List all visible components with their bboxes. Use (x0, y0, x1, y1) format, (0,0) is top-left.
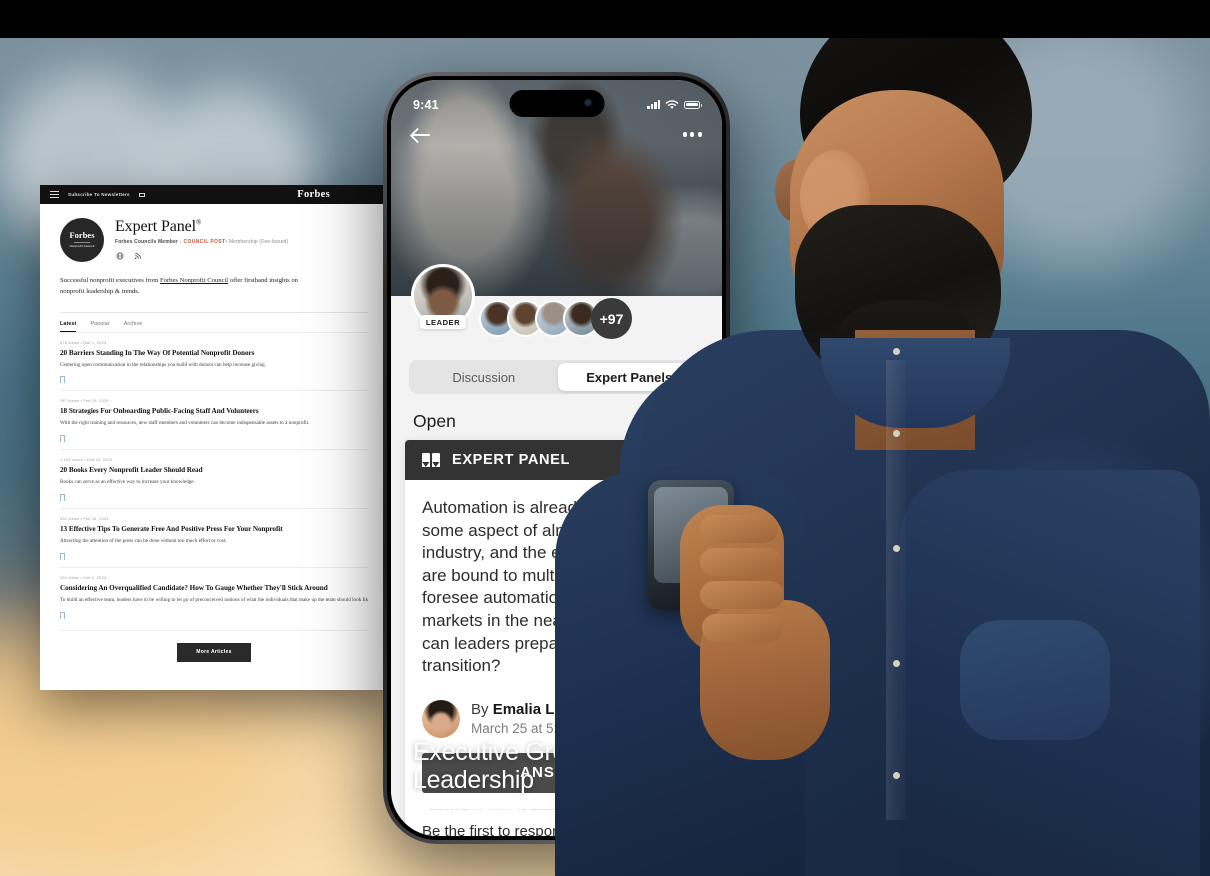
badge-divider (74, 242, 90, 243)
avatar-overflow-count[interactable]: +97 (591, 298, 632, 339)
author-name-row: By Emalia Lin (471, 701, 596, 718)
table-row[interactable]: 287 views • Feb 29, 2024 18 Strategies F… (60, 390, 368, 449)
top-letterbox (0, 0, 1210, 38)
tab-popular[interactable]: Popular (90, 321, 109, 332)
panel-header: Forbes Nonprofit Council Expert Panel® F… (60, 218, 368, 262)
author-name[interactable]: Emalia Lin (493, 701, 568, 718)
profile-links (115, 252, 288, 260)
byline-membership: Membership (Fee-based) (228, 239, 289, 246)
badge-brand: Forbes (69, 230, 95, 241)
panel-author: By Emalia Lin March 25 at 5:15 PM (405, 684, 708, 738)
forbes-wordmark[interactable]: Forbes (297, 189, 378, 200)
member-avatars: LEADER +97 (391, 264, 722, 356)
member-count-label: 102 members (440, 802, 533, 818)
byline-member: Forbes Councils Member (115, 239, 179, 246)
author-text: By Emalia Lin March 25 at 5:15 PM (471, 701, 596, 736)
rss-icon[interactable] (134, 252, 142, 260)
article-description: To build an effective team, leaders have… (60, 596, 368, 603)
more-options-icon[interactable] (682, 132, 702, 137)
nonprofit-council-link[interactable]: Forbes Nonprofit Council (160, 277, 228, 284)
article-title[interactable]: 13 Effective Tips To Generate Free And P… (60, 525, 368, 533)
article-meta: 287 views • Feb 29, 2024 (60, 399, 109, 404)
tab-expert-panels[interactable]: Expert Panels (557, 363, 701, 391)
bookmark-icon[interactable] (60, 435, 65, 443)
iphone-screen: 9:41 Executive Growth & Leadership 102 m… (391, 80, 722, 836)
article-description: Centering open communication in the rela… (60, 361, 267, 368)
back-arrow-icon[interactable] (411, 124, 432, 145)
forbes-browser-window: Subscribe To Newsletters Forbes Forbes N… (40, 185, 388, 690)
article-description: Attracting the attention of the press ca… (60, 538, 227, 545)
bookmark-icon[interactable] (60, 611, 65, 619)
article-tabs: Latest Popular Archive (60, 311, 368, 332)
hamburger-icon[interactable] (50, 191, 59, 198)
article-title[interactable]: 20 Books Every Nonprofit Leader Should R… (60, 466, 368, 474)
table-row[interactable]: 676 views • Mar 1, 2024 20 Barriers Stan… (60, 331, 368, 391)
status-indicators (647, 99, 703, 110)
quote-marks-icon (422, 453, 441, 467)
article-description: Books can serve as an effective way to i… (60, 479, 195, 486)
subscribe-newsletter-link[interactable]: Subscribe To Newsletters (68, 192, 130, 197)
table-row[interactable]: 431 views • Feb 16, 2024 13 Effective Ti… (60, 508, 368, 567)
byline-bullet: • (225, 239, 228, 246)
article-meta: 431 views • Feb 9, 2024 (60, 575, 107, 580)
table-row[interactable]: 1,123 views • Feb 23, 2024 20 Books Ever… (60, 449, 368, 508)
page-title: Expert Panel® (115, 218, 288, 235)
author-prefix: By (471, 701, 489, 719)
segmented-control: Discussion Expert Panels (409, 360, 704, 394)
iphone-device: 9:41 Executive Growth & Leadership 102 m… (383, 72, 730, 844)
group-title: Executive Growth & Leadership (413, 737, 628, 795)
table-row[interactable]: 431 views • Feb 9, 2024 Considering An O… (60, 566, 368, 626)
member-count-row: 102 members (412, 802, 663, 818)
panel-title-text: Expert Panel (115, 218, 196, 235)
leader-avatar-wrap[interactable]: LEADER (411, 264, 475, 329)
bookmark-icon[interactable] (60, 552, 65, 560)
registered-mark: ® (196, 218, 202, 227)
bookmark-icon[interactable] (60, 376, 65, 384)
intro-before: Successful nonprofit executives from (60, 277, 160, 284)
iphone-bezel: 9:41 Executive Growth & Leadership 102 m… (387, 76, 726, 840)
forbes-top-navbar: Subscribe To Newsletters Forbes (40, 185, 388, 204)
tab-latest[interactable]: Latest (60, 321, 77, 332)
more-articles-button[interactable]: More Articles (177, 642, 251, 662)
tab-archive[interactable]: Archive (124, 321, 143, 332)
panel-header-text: Expert Panel® Forbes Councils Member | COU… (115, 218, 288, 260)
byline: Forbes Councils Member | COUNCIL POST• Mem… (115, 239, 288, 245)
panel-intro: Successful nonprofit executives from For… (60, 275, 322, 298)
group-header-text: Executive Growth & Leadership 102 member… (412, 737, 663, 818)
tab-discussion[interactable]: Discussion (412, 363, 556, 391)
expert-panel-label: EXPERT PANEL (452, 452, 571, 468)
article-title[interactable]: 18 Strategies For Onboarding Public-Faci… (60, 407, 368, 415)
bookmark-icon[interactable] (60, 494, 65, 502)
dynamic-island (509, 90, 604, 117)
article-meta: 431 views • Feb 16, 2024 (60, 517, 109, 522)
article-title[interactable]: 20 Barriers Standing In The Way Of Poten… (60, 349, 368, 357)
leader-badge: LEADER (419, 315, 467, 329)
badge-council: Nonprofit Council (69, 243, 95, 248)
avatar-stack: +97 (479, 298, 632, 339)
screen-nav-bar (391, 124, 722, 145)
people-icon (412, 804, 432, 816)
more-articles-row: More Articles (60, 629, 368, 662)
council-post-tag: COUNCIL POST (183, 239, 226, 246)
globe-icon[interactable] (116, 252, 124, 260)
status-time: 9:41 (413, 97, 439, 112)
screenshot-stage: Subscribe To Newsletters Forbes Forbes N… (0, 0, 1210, 876)
avatar[interactable] (422, 699, 460, 738)
battery-icon (684, 100, 703, 109)
forbes-page-body: Forbes Nonprofit Council Expert Panel® F… (40, 204, 388, 690)
article-meta: 1,123 views • Feb 23, 2024 (60, 458, 113, 463)
section-label-open: Open (413, 411, 456, 431)
expert-panel-card-header: EXPERT PANEL (405, 440, 708, 480)
wifi-icon (665, 99, 679, 109)
byline-separator: | (180, 239, 182, 246)
panel-question: Automation is already disrupting some as… (422, 498, 690, 676)
panel-timestamp: March 25 at 5:15 PM (471, 721, 597, 737)
article-title[interactable]: Considering An Overqualified Candidate? … (60, 584, 368, 592)
article-meta: 676 views • Mar 1, 2024 (60, 340, 107, 345)
article-description: With the right training and resources, n… (60, 420, 310, 427)
cellular-bars-icon (647, 100, 660, 109)
envelope-icon (138, 192, 145, 197)
forbes-council-badge: Forbes Nonprofit Council (60, 218, 104, 262)
